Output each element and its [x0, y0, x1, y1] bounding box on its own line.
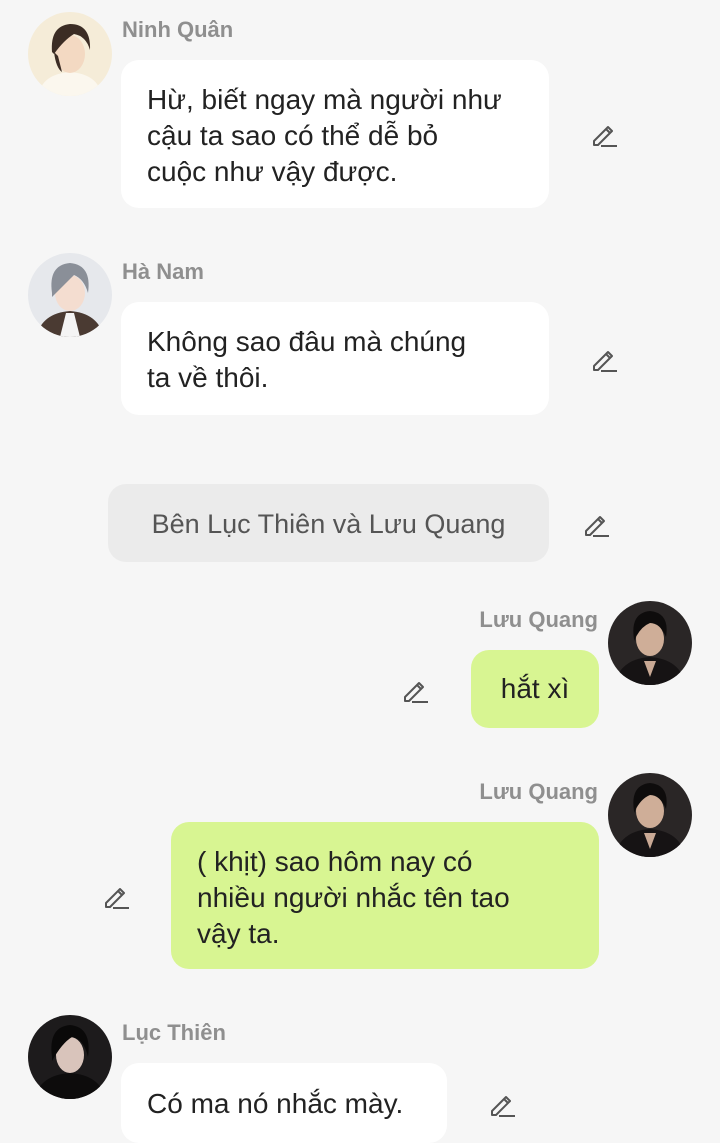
message-line: ( khịt) sao hôm nay có	[197, 846, 473, 877]
message-line: ta về thôi.	[147, 362, 269, 393]
message-line: nhiều người nhắc tên tao	[197, 882, 510, 913]
sender-name: Lục Thiên	[122, 1020, 226, 1045]
pencil-edit-icon[interactable]	[589, 119, 619, 149]
avatar-ha-nam[interactable]	[28, 253, 112, 337]
pencil-edit-icon[interactable]	[581, 509, 611, 539]
sender-name: Ninh Quân	[122, 17, 234, 42]
narration-bubble[interactable]: Bên Lục Thiên và Lưu Quang	[108, 484, 549, 562]
message-bubble[interactable]: Có ma nó nhắc mày.	[121, 1063, 447, 1143]
sender-name: Lưu Quang	[479, 607, 598, 632]
avatar-luc-thien[interactable]	[28, 1015, 112, 1099]
message-line: hắt xì	[500, 673, 570, 704]
pencil-edit-icon[interactable]	[400, 675, 430, 705]
message-line: cuộc như vậy được.	[147, 156, 398, 187]
sender-name: Lưu Quang	[479, 779, 598, 804]
narration-text: Bên Lục Thiên và Lưu Quang	[151, 509, 506, 539]
message-bubble[interactable]: hắt xì	[471, 650, 599, 728]
pencil-edit-icon[interactable]	[487, 1089, 517, 1119]
message-bubble[interactable]: ( khịt) sao hôm nay có nhiều người nhắc …	[171, 822, 599, 969]
avatar-luu-quang[interactable]	[608, 601, 692, 685]
pencil-edit-icon[interactable]	[589, 344, 619, 374]
message-line: cậu ta sao có thể dễ bỏ	[147, 120, 439, 151]
message-line: Hừ, biết ngay mà người như	[147, 84, 502, 115]
sender-name: Hà Nam	[122, 259, 204, 284]
avatar-luu-quang[interactable]	[608, 773, 692, 857]
pencil-edit-icon[interactable]	[101, 881, 131, 911]
message-line: Có ma nó nhắc mày.	[147, 1088, 404, 1119]
message-bubble[interactable]: Hừ, biết ngay mà người như cậu ta sao có…	[121, 60, 549, 208]
message-line: vậy ta.	[197, 918, 280, 949]
avatar-ninh-quan[interactable]	[28, 12, 112, 96]
message-bubble[interactable]: Không sao đâu mà chúng ta về thôi.	[121, 302, 549, 415]
message-line: Không sao đâu mà chúng	[147, 326, 467, 357]
